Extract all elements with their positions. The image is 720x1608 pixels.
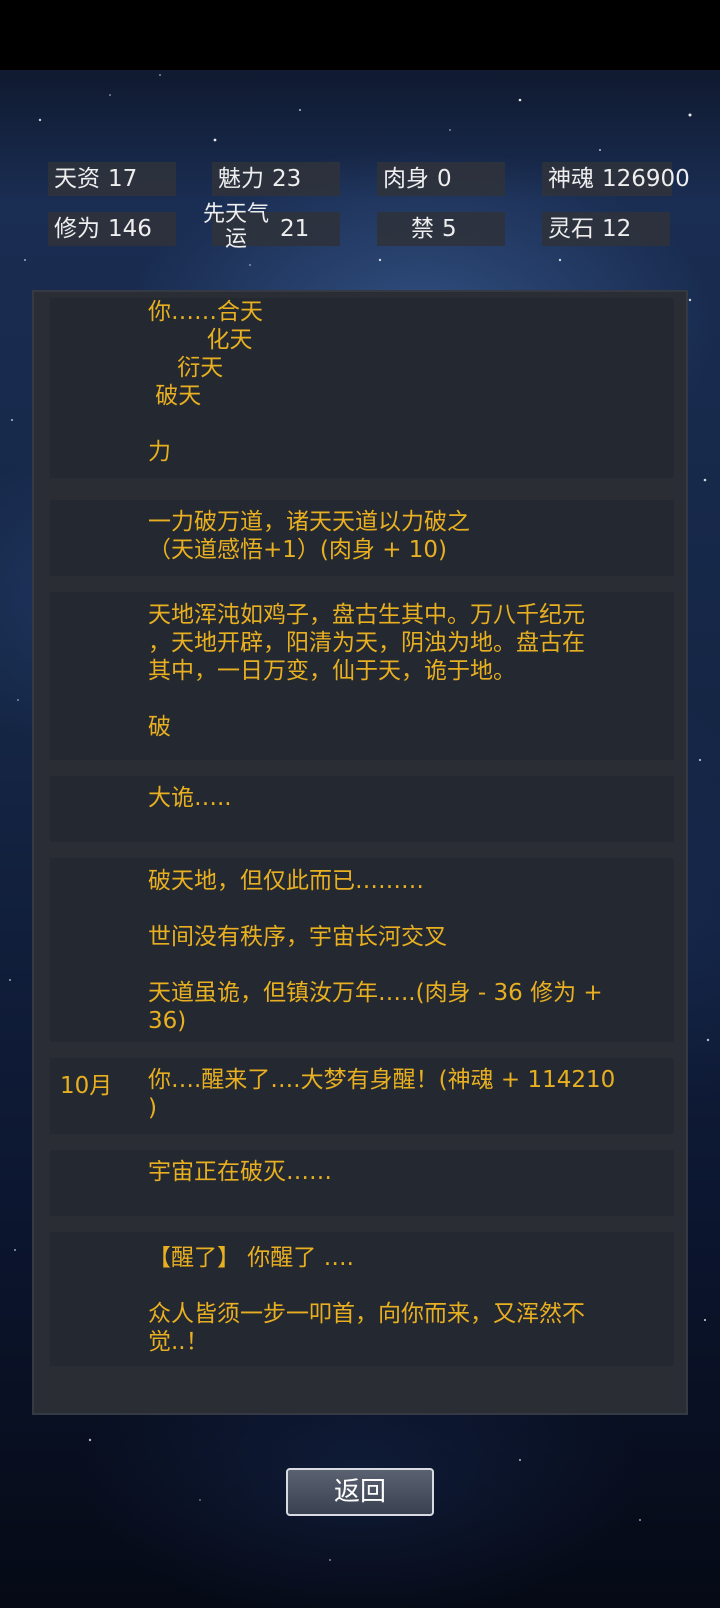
stat-body: 肉身 0 [377, 162, 505, 196]
stat-soul: 神魂 126900 [542, 162, 690, 196]
log-entry: 宇宙正在破灭…… [50, 1150, 674, 1216]
stat-label: 天资 [54, 166, 100, 192]
stat-value: 5 [442, 216, 457, 242]
stat-label: 先天气运 [202, 202, 269, 252]
stat-value: 12 [602, 216, 632, 242]
entry-text: 你….醒来了….大梦有身醒！(神魂 + 114210 ) [148, 1067, 616, 1121]
stat-value: 126900 [602, 166, 690, 192]
entry-text: 破天地，但仅此而已……… 世间没有秩序，宇宙长河交叉 天道虽诡，但镇汝万年…..… [148, 868, 603, 1034]
stat-label: 修为 [54, 216, 100, 242]
back-button[interactable]: 返回 [286, 1468, 434, 1516]
log-entry: 一力破万道，诸天天道以力破之 （天道感悟+1）(肉身 + 10) [50, 500, 674, 576]
stat-label: 灵石 [548, 216, 594, 242]
log-entry: 【醒了】 你醒了 …. 众人皆须一步一叩首，向你而来，又浑然不 觉..！ [50, 1232, 674, 1366]
stat-forbidden: 禁5 [377, 212, 505, 246]
stat-label: 魅力 [218, 166, 264, 192]
entry-text: 你……合天 化天 衍天 破天 力 [148, 299, 263, 465]
stat-label: 神魂 [548, 166, 594, 192]
stat-value: 23 [272, 166, 302, 192]
log-entry: 天地浑沌如鸡子，盘古生其中。万八千纪元 ，天地开辟，阳清为天，阴浊为地。盘古在 … [50, 592, 674, 760]
stat-value: 146 [108, 216, 152, 242]
entry-age: 10月 [60, 1073, 113, 1099]
entry-text: 一力破万道，诸天天道以力破之 （天道感悟+1）(肉身 + 10) [148, 509, 470, 563]
stat-label: 肉身 [383, 166, 429, 192]
entry-text: 天地浑沌如鸡子，盘古生其中。万八千纪元 ，天地开辟，阳清为天，阴浊为地。盘古在 … [148, 602, 585, 740]
stat-charm: 魅力 23 [212, 162, 340, 196]
log-entry: 大诡….. [50, 776, 674, 842]
stat-aptitude: 天资 17 [48, 162, 176, 196]
stat-label: 禁 [411, 216, 434, 242]
stat-innate-luck: 先天气运 21 [203, 202, 340, 252]
log-entry: 10月 你….醒来了….大梦有身醒！(神魂 + 114210 ) [50, 1058, 674, 1134]
log-entry: 你……合天 化天 衍天 破天 力 [50, 298, 674, 478]
stat-cultivation: 修为 146 [48, 212, 176, 246]
entry-text: 大诡….. [148, 785, 232, 811]
stat-value: 21 [280, 216, 310, 242]
status-bar [0, 0, 720, 70]
event-log-panel[interactable]: 你……合天 化天 衍天 破天 力 一力破万道，诸天天道以力破之 （天道感悟+1）… [32, 290, 688, 1415]
stat-value: 0 [437, 166, 452, 192]
entry-text: 宇宙正在破灭…… [148, 1159, 332, 1185]
stat-spirit-stones: 灵石 12 [542, 212, 670, 246]
stat-value: 17 [108, 166, 138, 192]
log-entry: 破天地，但仅此而已……… 世间没有秩序，宇宙长河交叉 天道虽诡，但镇汝万年…..… [50, 858, 674, 1042]
entry-text: 【醒了】 你醒了 …. 众人皆须一步一叩首，向你而来，又浑然不 觉..！ [148, 1245, 585, 1355]
